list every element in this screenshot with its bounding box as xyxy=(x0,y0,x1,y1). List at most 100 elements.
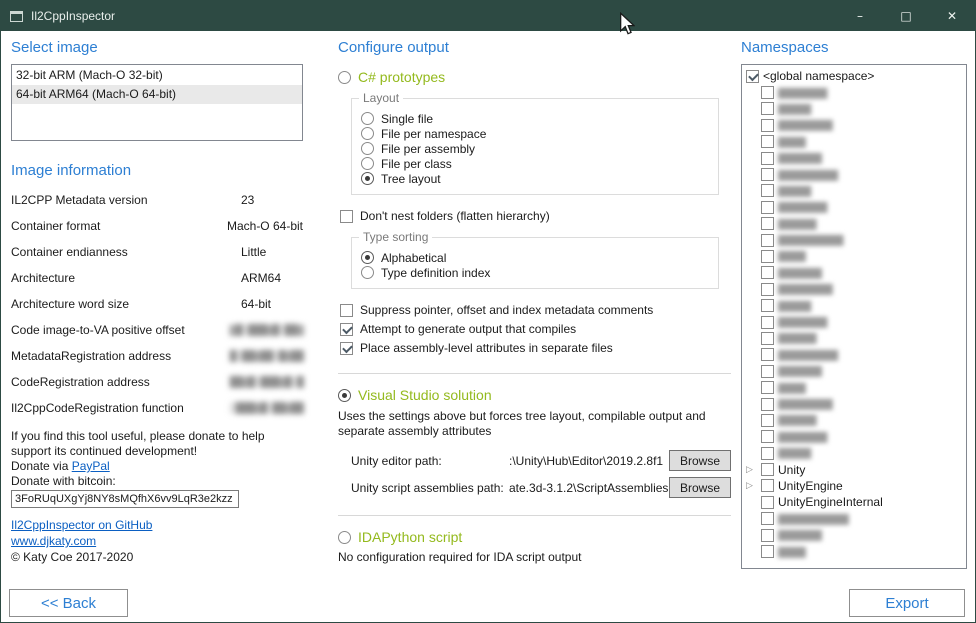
namespace-row[interactable]: ▷ ██████ xyxy=(744,445,964,461)
layout-option[interactable]: File per class xyxy=(361,156,710,171)
namespace-row[interactable]: ▷ ███████████ xyxy=(744,347,964,363)
image-list-item[interactable]: 32-bit ARM (Mach-O 32-bit) xyxy=(12,66,302,85)
namespace-checkbox[interactable] xyxy=(761,529,774,542)
checkbox-icon[interactable] xyxy=(340,342,353,355)
namespace-row[interactable]: ▷ █████████ xyxy=(744,199,964,215)
namespace-checkbox[interactable] xyxy=(761,217,774,230)
namespace-checkbox[interactable] xyxy=(761,398,774,411)
csharp-prototypes-option[interactable]: C# prototypes xyxy=(338,69,731,85)
namespace-checkbox[interactable] xyxy=(761,365,774,378)
close-button[interactable]: ✕ xyxy=(929,1,975,31)
namespace-checkbox[interactable] xyxy=(761,234,774,247)
namespace-row[interactable]: ▷ ██████ xyxy=(744,101,964,117)
namespace-checkbox[interactable] xyxy=(761,168,774,181)
radio-icon[interactable] xyxy=(338,531,351,544)
namespace-checkbox[interactable] xyxy=(761,545,774,558)
namespace-row[interactable]: ▷ ███████ xyxy=(744,412,964,428)
namespace-checkbox[interactable] xyxy=(761,250,774,263)
radio-icon[interactable] xyxy=(361,112,374,125)
namespace-row[interactable]: ▷ ██████████ xyxy=(744,281,964,297)
paypal-link[interactable]: PayPal xyxy=(72,459,110,473)
namespace-row[interactable]: ▷ <global namespace> xyxy=(744,68,964,84)
namespace-row[interactable]: ▷ ██████████ xyxy=(744,396,964,412)
namespace-row[interactable]: ▷ █████████ xyxy=(744,429,964,445)
namespace-checkbox[interactable] xyxy=(761,299,774,312)
namespace-checkbox[interactable] xyxy=(761,479,774,492)
namespace-row[interactable]: ▷ █████ xyxy=(744,248,964,264)
namespace-row[interactable]: ▷ █████ xyxy=(744,379,964,395)
expander-icon[interactable]: ▷ xyxy=(746,464,757,475)
flatten-hierarchy-option[interactable]: Don't nest folders (flatten hierarchy) xyxy=(340,208,731,224)
namespace-checkbox[interactable] xyxy=(761,414,774,427)
minimize-button[interactable]: – xyxy=(837,1,883,31)
namespace-checkbox[interactable] xyxy=(761,119,774,132)
radio-icon[interactable] xyxy=(361,172,374,185)
namespace-row[interactable]: ▷ █████████ xyxy=(744,314,964,330)
namespace-checkbox[interactable] xyxy=(761,381,774,394)
namespace-checkbox[interactable] xyxy=(761,496,774,509)
namespace-row[interactable]: ▷ █████████ xyxy=(744,84,964,100)
namespace-checkbox[interactable] xyxy=(761,266,774,279)
namespace-row[interactable]: ▷ ██████████ xyxy=(744,117,964,133)
namespace-checkbox[interactable] xyxy=(761,512,774,525)
namespace-row[interactable]: ▷ ████████████ xyxy=(744,232,964,248)
radio-icon[interactable] xyxy=(361,142,374,155)
radio-icon[interactable] xyxy=(338,389,351,402)
namespace-checkbox[interactable] xyxy=(761,152,774,165)
namespace-checkbox[interactable] xyxy=(761,447,774,460)
export-button[interactable]: Export xyxy=(849,589,965,617)
namespace-row[interactable]: ▷ ██████ xyxy=(744,297,964,313)
output-option[interactable]: Attempt to generate output that compiles xyxy=(340,321,731,337)
radio-icon[interactable] xyxy=(338,71,351,84)
checkbox-icon[interactable] xyxy=(340,210,353,223)
bitcoin-address-input[interactable] xyxy=(11,490,239,508)
radio-icon[interactable] xyxy=(361,157,374,170)
output-option[interactable]: Suppress pointer, offset and index metad… xyxy=(340,302,731,318)
namespace-row[interactable]: ▷ █████████████ xyxy=(744,511,964,527)
namespace-row[interactable]: ▷ █████ xyxy=(744,134,964,150)
namespace-checkbox[interactable] xyxy=(761,184,774,197)
namespace-row[interactable]: ▷ ███████ xyxy=(744,216,964,232)
namespace-checkbox[interactable] xyxy=(761,283,774,296)
namespace-row[interactable]: ▷ ████████ xyxy=(744,363,964,379)
website-link[interactable]: www.djkaty.com xyxy=(11,534,303,549)
back-button[interactable]: << Back xyxy=(9,589,128,617)
namespace-row[interactable]: ▷ Unity xyxy=(744,461,964,477)
namespace-row[interactable]: ▷ ████████ xyxy=(744,150,964,166)
layout-option[interactable]: Single file xyxy=(361,111,710,126)
radio-icon[interactable] xyxy=(361,127,374,140)
idapython-option[interactable]: IDAPython script xyxy=(338,529,731,545)
radio-icon[interactable] xyxy=(361,266,374,279)
output-option[interactable]: Place assembly-level attributes in separ… xyxy=(340,340,731,356)
namespace-row[interactable]: ▷ ███████ xyxy=(744,330,964,346)
layout-option[interactable]: File per namespace xyxy=(361,126,710,141)
maximize-button[interactable]: □ xyxy=(883,1,929,31)
namespace-checkbox[interactable] xyxy=(746,70,759,83)
github-link[interactable]: Il2CppInspector on GitHub xyxy=(11,518,303,533)
namespace-row[interactable]: ▷ UnityEngineInternal xyxy=(744,494,964,510)
namespace-row[interactable]: ▷ ███████████ xyxy=(744,166,964,182)
layout-option[interactable]: File per assembly xyxy=(361,141,710,156)
checkbox-icon[interactable] xyxy=(340,304,353,317)
expander-icon[interactable]: ▷ xyxy=(746,480,757,491)
type-sorting-option[interactable]: Type definition index xyxy=(361,265,710,280)
namespace-row[interactable]: ▷ █████ xyxy=(744,543,964,559)
image-listbox[interactable]: 32-bit ARM (Mach-O 32-bit) 64-bit ARM64 … xyxy=(11,64,303,141)
namespace-row[interactable]: ▷ ██████ xyxy=(744,183,964,199)
namespace-checkbox[interactable] xyxy=(761,201,774,214)
type-sorting-option[interactable]: Alphabetical xyxy=(361,250,710,265)
namespace-checkbox[interactable] xyxy=(761,135,774,148)
namespaces-tree[interactable]: ▷ <global namespace> ▷ █████████ ▷ ████ xyxy=(741,64,967,569)
namespace-row[interactable]: ▷ ████████ xyxy=(744,527,964,543)
namespace-checkbox[interactable] xyxy=(761,463,774,476)
image-list-item[interactable]: 64-bit ARM64 (Mach-O 64-bit) xyxy=(12,85,302,104)
namespace-checkbox[interactable] xyxy=(761,86,774,99)
checkbox-icon[interactable] xyxy=(340,323,353,336)
namespace-checkbox[interactable] xyxy=(761,102,774,115)
browse-assemblies-path-button[interactable]: Browse xyxy=(669,477,731,498)
namespace-checkbox[interactable] xyxy=(761,332,774,345)
namespace-checkbox[interactable] xyxy=(761,430,774,443)
namespace-row[interactable]: ▷ UnityEngine xyxy=(744,478,964,494)
layout-option[interactable]: Tree layout xyxy=(361,171,710,186)
namespace-checkbox[interactable] xyxy=(761,348,774,361)
